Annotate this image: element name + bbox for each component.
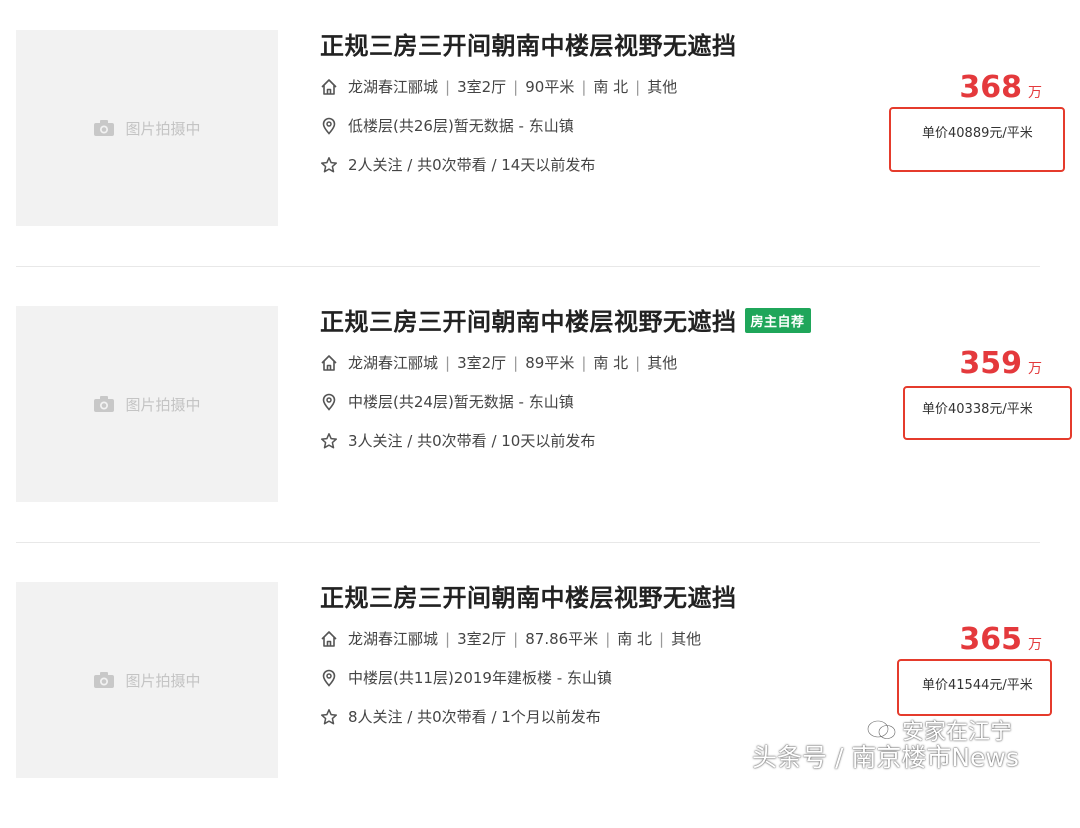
decoration-text: 其他 <box>671 630 702 648</box>
listing-thumbnail[interactable]: 图片拍摄中 <box>16 582 278 778</box>
unit-price: 单价41544元/平米 <box>922 678 1033 693</box>
community-link[interactable]: 龙湖春江郦城 <box>348 76 438 97</box>
image-placeholder-text: 图片拍摄中 <box>125 671 201 690</box>
camera-icon <box>93 671 115 689</box>
unit-price: 单价40338元/平米 <box>922 402 1033 417</box>
location-pin-icon <box>320 669 338 687</box>
floor-info-row: 低楼层(共26层)暂无数据 - 东山镇 <box>320 115 574 136</box>
area-text: 87.86平米 <box>525 630 599 648</box>
owner-recommend-badge: 房主自荐 <box>744 307 811 333</box>
total-price-value: 359 <box>959 346 1022 381</box>
layout-text: 3室2厅 <box>457 630 507 648</box>
separator: | <box>581 77 587 96</box>
listing-card[interactable]: 图片拍摄中 正规三房三开间朝南中楼层视野无遮挡 房主自荐 龙湖春江郦城 | 3室2… <box>0 276 1080 552</box>
listing-thumbnail[interactable]: 图片拍摄中 <box>16 30 278 226</box>
separator: | <box>659 629 665 648</box>
house-info-row: 龙湖春江郦城 | 3室2厅 | 89平米 | 南 北 | 其他 <box>320 352 677 373</box>
listing-title-text: 正规三房三开间朝南中楼层视野无遮挡 <box>320 584 737 612</box>
separator: | <box>605 629 611 648</box>
total-price-value: 368 <box>959 70 1022 105</box>
image-placeholder-text: 图片拍摄中 <box>125 395 201 414</box>
floor-info-text: 低楼层(共26层)暂无数据 - 东山镇 <box>348 117 574 135</box>
separator: | <box>513 629 519 648</box>
separator: | <box>635 353 641 372</box>
total-price-value: 365 <box>959 622 1022 657</box>
camera-icon <box>93 395 115 413</box>
listing-title[interactable]: 正规三房三开间朝南中楼层视野无遮挡 <box>320 26 737 61</box>
separator: | <box>445 353 451 372</box>
area-text: 90平米 <box>525 78 575 96</box>
listing-card[interactable]: 图片拍摄中 正规三房三开间朝南中楼层视野无遮挡 龙湖春江郦城 | 3室2厅 | … <box>0 0 1080 276</box>
orientation-text: 南 北 <box>593 78 629 96</box>
floor-info-text: 中楼层(共24层)暂无数据 - 东山镇 <box>348 393 574 411</box>
follow-info-row: 2人关注 / 共0次带看 / 14天以前发布 <box>320 154 595 175</box>
separator: | <box>635 77 641 96</box>
star-icon <box>320 432 338 450</box>
listing-title-text: 正规三房三开间朝南中楼层视野无遮挡 <box>320 308 737 336</box>
star-icon <box>320 156 338 174</box>
floor-info-text: 中楼层(共11层)2019年建板楼 - 东山镇 <box>348 669 612 687</box>
separator: | <box>581 353 587 372</box>
listing-title[interactable]: 正规三房三开间朝南中楼层视野无遮挡 <box>320 578 737 613</box>
house-icon <box>320 354 338 372</box>
area-text: 89平米 <box>525 354 575 372</box>
total-price: 359 万 <box>959 346 1042 381</box>
total-price: 365 万 <box>959 622 1042 657</box>
listing-title-text: 正规三房三开间朝南中楼层视野无遮挡 <box>320 32 737 60</box>
follow-info-text: 3人关注 / 共0次带看 / 10天以前发布 <box>348 432 596 450</box>
community-link[interactable]: 龙湖春江郦城 <box>348 352 438 373</box>
separator: | <box>513 353 519 372</box>
community-link[interactable]: 龙湖春江郦城 <box>348 628 438 649</box>
total-price: 368 万 <box>959 70 1042 105</box>
listing-thumbnail[interactable]: 图片拍摄中 <box>16 306 278 502</box>
divider <box>16 542 1040 543</box>
layout-text: 3室2厅 <box>457 354 507 372</box>
follow-info-row: 8人关注 / 共0次带看 / 1个月以前发布 <box>320 706 601 727</box>
watermark-source: 头条号 / 南京楼市News <box>752 743 1019 772</box>
star-icon <box>320 708 338 726</box>
follow-info-text: 8人关注 / 共0次带看 / 1个月以前发布 <box>348 708 601 726</box>
camera-icon <box>93 119 115 137</box>
decoration-text: 其他 <box>647 354 678 372</box>
unit-price: 单价40889元/平米 <box>922 126 1033 141</box>
price-unit: 万 <box>1028 637 1042 653</box>
listing-title[interactable]: 正规三房三开间朝南中楼层视野无遮挡 房主自荐 <box>320 302 811 337</box>
location-pin-icon <box>320 393 338 411</box>
layout-text: 3室2厅 <box>457 78 507 96</box>
separator: | <box>513 77 519 96</box>
floor-info-row: 中楼层(共24层)暂无数据 - 东山镇 <box>320 391 574 412</box>
orientation-text: 南 北 <box>617 630 653 648</box>
follow-info-text: 2人关注 / 共0次带看 / 14天以前发布 <box>348 156 596 174</box>
orientation-text: 南 北 <box>593 354 629 372</box>
listing-card[interactable]: 图片拍摄中 正规三房三开间朝南中楼层视野无遮挡 龙湖春江郦城 | 3室2厅 | … <box>0 552 1080 828</box>
location-pin-icon <box>320 117 338 135</box>
house-icon <box>320 630 338 648</box>
separator: | <box>445 77 451 96</box>
price-unit: 万 <box>1028 85 1042 101</box>
house-info-row: 龙湖春江郦城 | 3室2厅 | 87.86平米 | 南 北 | 其他 <box>320 628 701 649</box>
image-placeholder-text: 图片拍摄中 <box>125 119 201 138</box>
floor-info-row: 中楼层(共11层)2019年建板楼 - 东山镇 <box>320 667 612 688</box>
price-unit: 万 <box>1028 361 1042 377</box>
separator: | <box>445 629 451 648</box>
divider <box>16 266 1040 267</box>
house-info-row: 龙湖春江郦城 | 3室2厅 | 90平米 | 南 北 | 其他 <box>320 76 677 97</box>
follow-info-row: 3人关注 / 共0次带看 / 10天以前发布 <box>320 430 595 451</box>
decoration-text: 其他 <box>647 78 678 96</box>
house-icon <box>320 78 338 96</box>
